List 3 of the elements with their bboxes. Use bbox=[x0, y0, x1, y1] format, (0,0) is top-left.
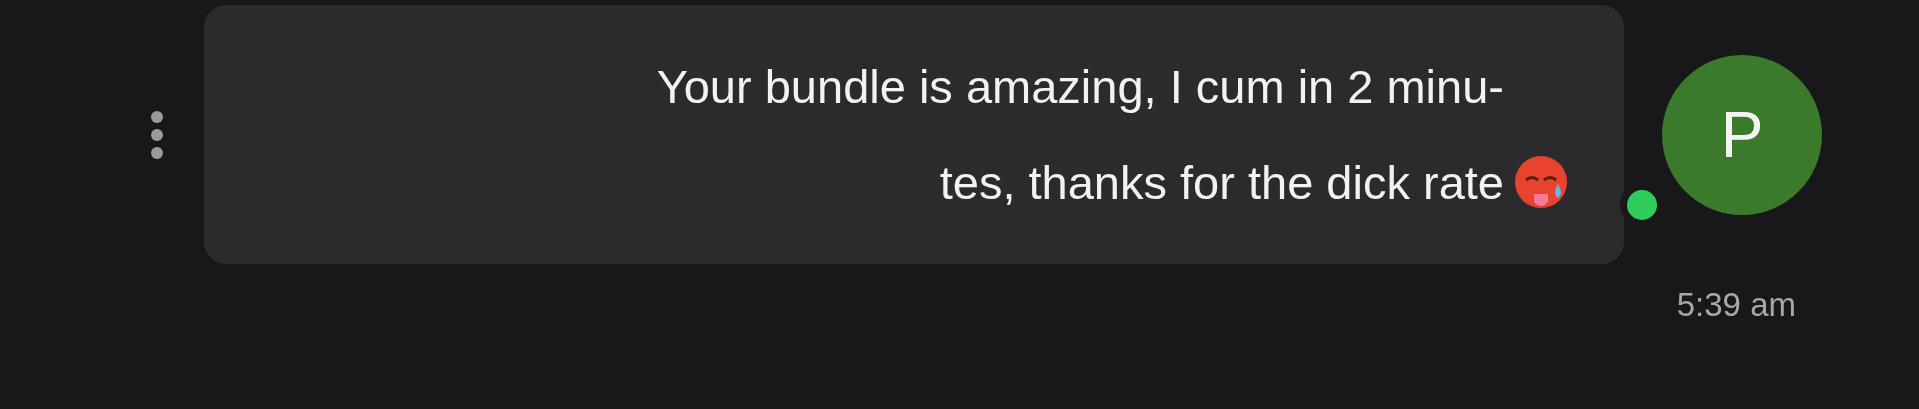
message-time: 5:39 am bbox=[1675, 286, 1796, 324]
message-text: Your bundle is amazing, I cum in 2 minu- tes, thanks for the dick rate bbox=[656, 58, 1504, 211]
avatar[interactable]: P bbox=[1662, 54, 1822, 215]
